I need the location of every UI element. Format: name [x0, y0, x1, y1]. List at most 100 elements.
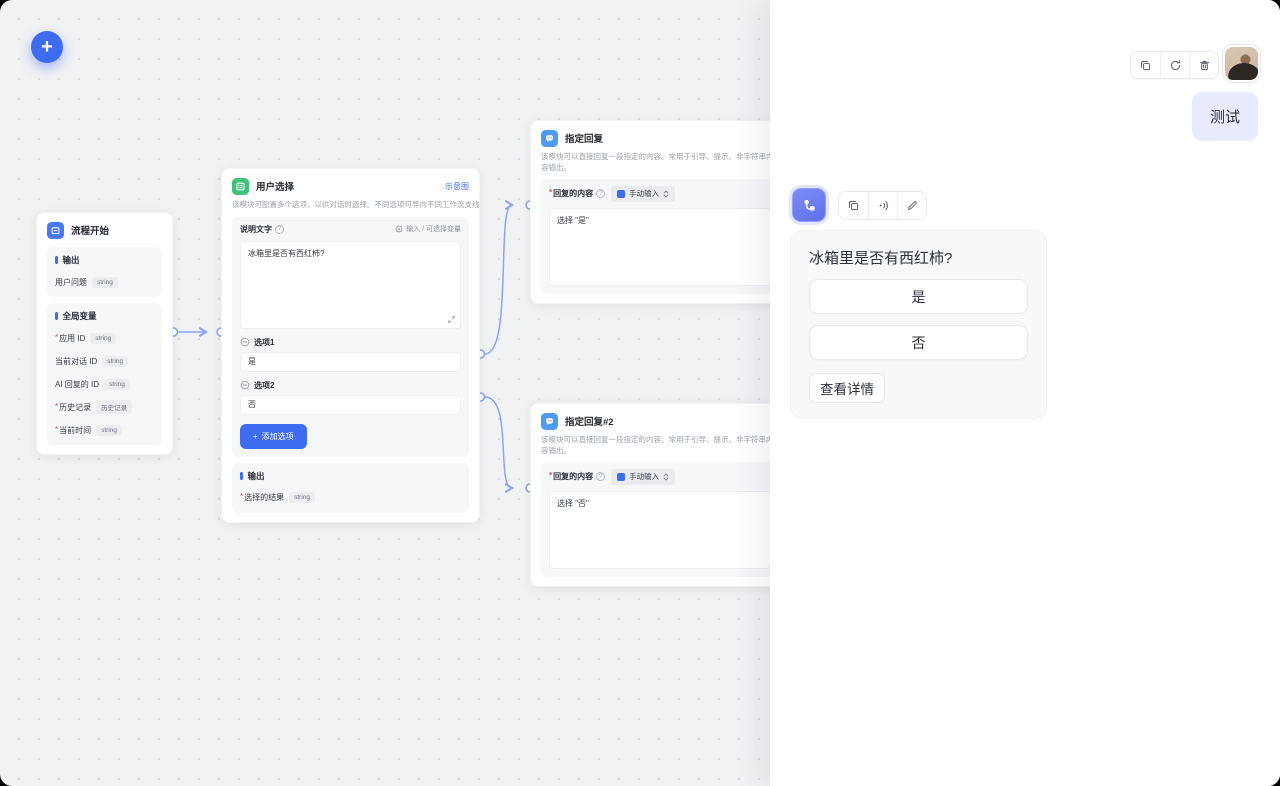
manual-input-icon [617, 473, 625, 481]
output-section: 输出 用户问题 string [47, 247, 162, 297]
node-header: 指定回复 [541, 129, 779, 147]
reset-icon[interactable] [1160, 52, 1189, 78]
plus-icon: + [41, 36, 53, 58]
workflow-icon [801, 197, 818, 214]
field-type-badge: string [92, 277, 118, 288]
user-message-bubble: 测试 [1192, 92, 1258, 141]
instruction-value: 冰箱里是否有西红柿? [248, 249, 324, 258]
field-type-badge: string [96, 425, 122, 436]
user-avatar[interactable] [1223, 45, 1260, 82]
field-row: *当前时间 string [55, 423, 154, 437]
user-select-icon [232, 178, 249, 195]
node-title: 指定回复 [565, 131, 603, 145]
reply-content-value: 选择 "是" [557, 216, 589, 225]
choice-button-no[interactable]: 否 [809, 325, 1028, 360]
instruction-textarea[interactable]: 冰箱里是否有西红柿? [240, 241, 461, 329]
read-aloud-icon[interactable] [868, 192, 897, 219]
view-detail-button[interactable]: 查看详情 [809, 373, 885, 403]
bot-workflow-avatar[interactable] [792, 188, 826, 222]
select-caret-icon [663, 190, 669, 198]
field-type-badge: 历史记录 [96, 400, 132, 414]
node-user-select[interactable]: 用户选择 示意图 该模块可配置多个选项，以供对话时选择。不同选项可导向不同工作流… [221, 168, 480, 523]
help-icon[interactable]: ? [596, 189, 605, 198]
node-title: 指定回复#2 [565, 414, 614, 428]
option2-input[interactable]: 否 [240, 395, 461, 415]
node-description: 该模块可配置多个选项，以供对话时选择。不同选项可导向不同工作流支线 [232, 200, 469, 211]
field-row: *应用 ID string [55, 331, 154, 345]
section-title: 输出 [248, 470, 265, 482]
plus-icon: + [253, 432, 258, 441]
field-type-badge: string [104, 379, 130, 390]
select-caret-icon [663, 473, 669, 481]
field-row: AI 回复的 ID string [55, 377, 154, 391]
bot-message-toolbar [838, 191, 927, 220]
reply-content-textarea[interactable]: 选择 "是" [549, 208, 771, 286]
field-type-badge: string [289, 492, 315, 503]
section-bar [55, 312, 58, 320]
field-row: 用户问题 string [55, 275, 154, 289]
reply-content-textarea[interactable]: 选择 "否" [549, 491, 771, 569]
edit-icon[interactable] [897, 192, 926, 219]
content-label: *回复的内容 [549, 471, 593, 482]
section-title: 输出 [63, 254, 80, 266]
option1-input[interactable]: 是 [240, 352, 461, 372]
add-node-button[interactable]: + [31, 31, 63, 63]
section-bar [240, 472, 243, 480]
expand-icon[interactable] [447, 315, 456, 324]
copy-icon[interactable] [1131, 52, 1160, 78]
app-window: + 流程开始 输出 用户问题 string 全局变量 *应用 ID [0, 0, 1280, 786]
globals-section: 全局变量 *应用 ID string 当前对话 ID string AI 回复的… [47, 303, 162, 445]
bot-question: 冰箱里是否有西红柿? [809, 247, 1028, 268]
node-flow-start[interactable]: 流程开始 输出 用户问题 string 全局变量 *应用 ID string 当… [36, 212, 173, 455]
node-header: 指定回复#2 [541, 412, 779, 430]
required-marker: * [55, 333, 58, 342]
node-title: 流程开始 [71, 223, 109, 237]
edge-option2-to-reply2 [485, 397, 512, 488]
help-icon[interactable]: ? [596, 472, 605, 481]
remove-option-icon[interactable] [240, 380, 250, 390]
node-description: 该模块可以直接回复一段指定的内容。常用于引导、提示、非字符串内容输出。 [541, 152, 779, 174]
reply-icon [541, 130, 558, 147]
variable-icon [395, 225, 403, 233]
diagram-link[interactable]: 示意图 [445, 181, 469, 192]
required-marker: * [55, 425, 58, 434]
field-name: AI 回复的 ID [55, 379, 99, 390]
option-label: 选项2 [254, 380, 274, 391]
field-name: *选择的结果 [240, 492, 284, 503]
reply-icon [541, 413, 558, 430]
field-name: *应用 ID [55, 333, 85, 344]
help-icon[interactable]: ? [275, 225, 284, 234]
choice-button-yes[interactable]: 是 [809, 279, 1028, 314]
field-type-badge: string [90, 333, 116, 344]
manual-input-icon [617, 190, 625, 198]
trash-icon[interactable] [1189, 52, 1218, 78]
content-section: *回复的内容 ? 手动输入 选择 "否" [541, 462, 779, 577]
content-section: *回复的内容 ? 手动输入 选择 "是" [541, 179, 779, 294]
field-row: 当前对话 ID string [55, 354, 154, 368]
node-reply-2[interactable]: 指定回复#2 该模块可以直接回复一段指定的内容。常用于引导、提示、非字符串内容输… [530, 403, 790, 587]
option1-label-row: 选项1 [240, 337, 461, 348]
output-section: 输出 *选择的结果 string [232, 463, 469, 513]
content-label: *回复的内容 [549, 188, 593, 199]
chat-toolbar [1130, 51, 1219, 79]
add-option-button[interactable]: + 添加选项 [240, 424, 307, 449]
flow-start-icon [47, 222, 64, 239]
config-section: 说明文字 ? 输入 / 可选择变量 冰箱里是否有西红柿? 选项1 [232, 217, 469, 457]
node-header: 流程开始 [47, 221, 162, 239]
node-reply-1[interactable]: 指定回复 该模块可以直接回复一段指定的内容。常用于引导、提示、非字符串内容输出。… [530, 120, 790, 304]
section-title: 全局变量 [63, 310, 97, 322]
field-row: *选择的结果 string [240, 491, 461, 505]
section-bar [55, 256, 58, 264]
required-marker: * [55, 402, 58, 411]
field-name: *历史记录 [55, 402, 91, 413]
remove-option-icon[interactable] [240, 337, 250, 347]
bot-message-card: 冰箱里是否有西红柿? 是 否 查看详情 [790, 230, 1047, 419]
required-marker: * [549, 471, 552, 480]
input-mode-select[interactable]: 手动输入 [611, 469, 675, 485]
option2-label-row: 选项2 [240, 380, 461, 391]
copy-icon[interactable] [839, 192, 868, 219]
reply-content-value: 选择 "否" [557, 499, 589, 508]
input-mode-select[interactable]: 手动输入 [611, 186, 675, 202]
node-description: 该模块可以直接回复一段指定的内容。常用于引导、提示、非字符串内容输出。 [541, 435, 779, 457]
field-type-badge: string [102, 356, 128, 367]
